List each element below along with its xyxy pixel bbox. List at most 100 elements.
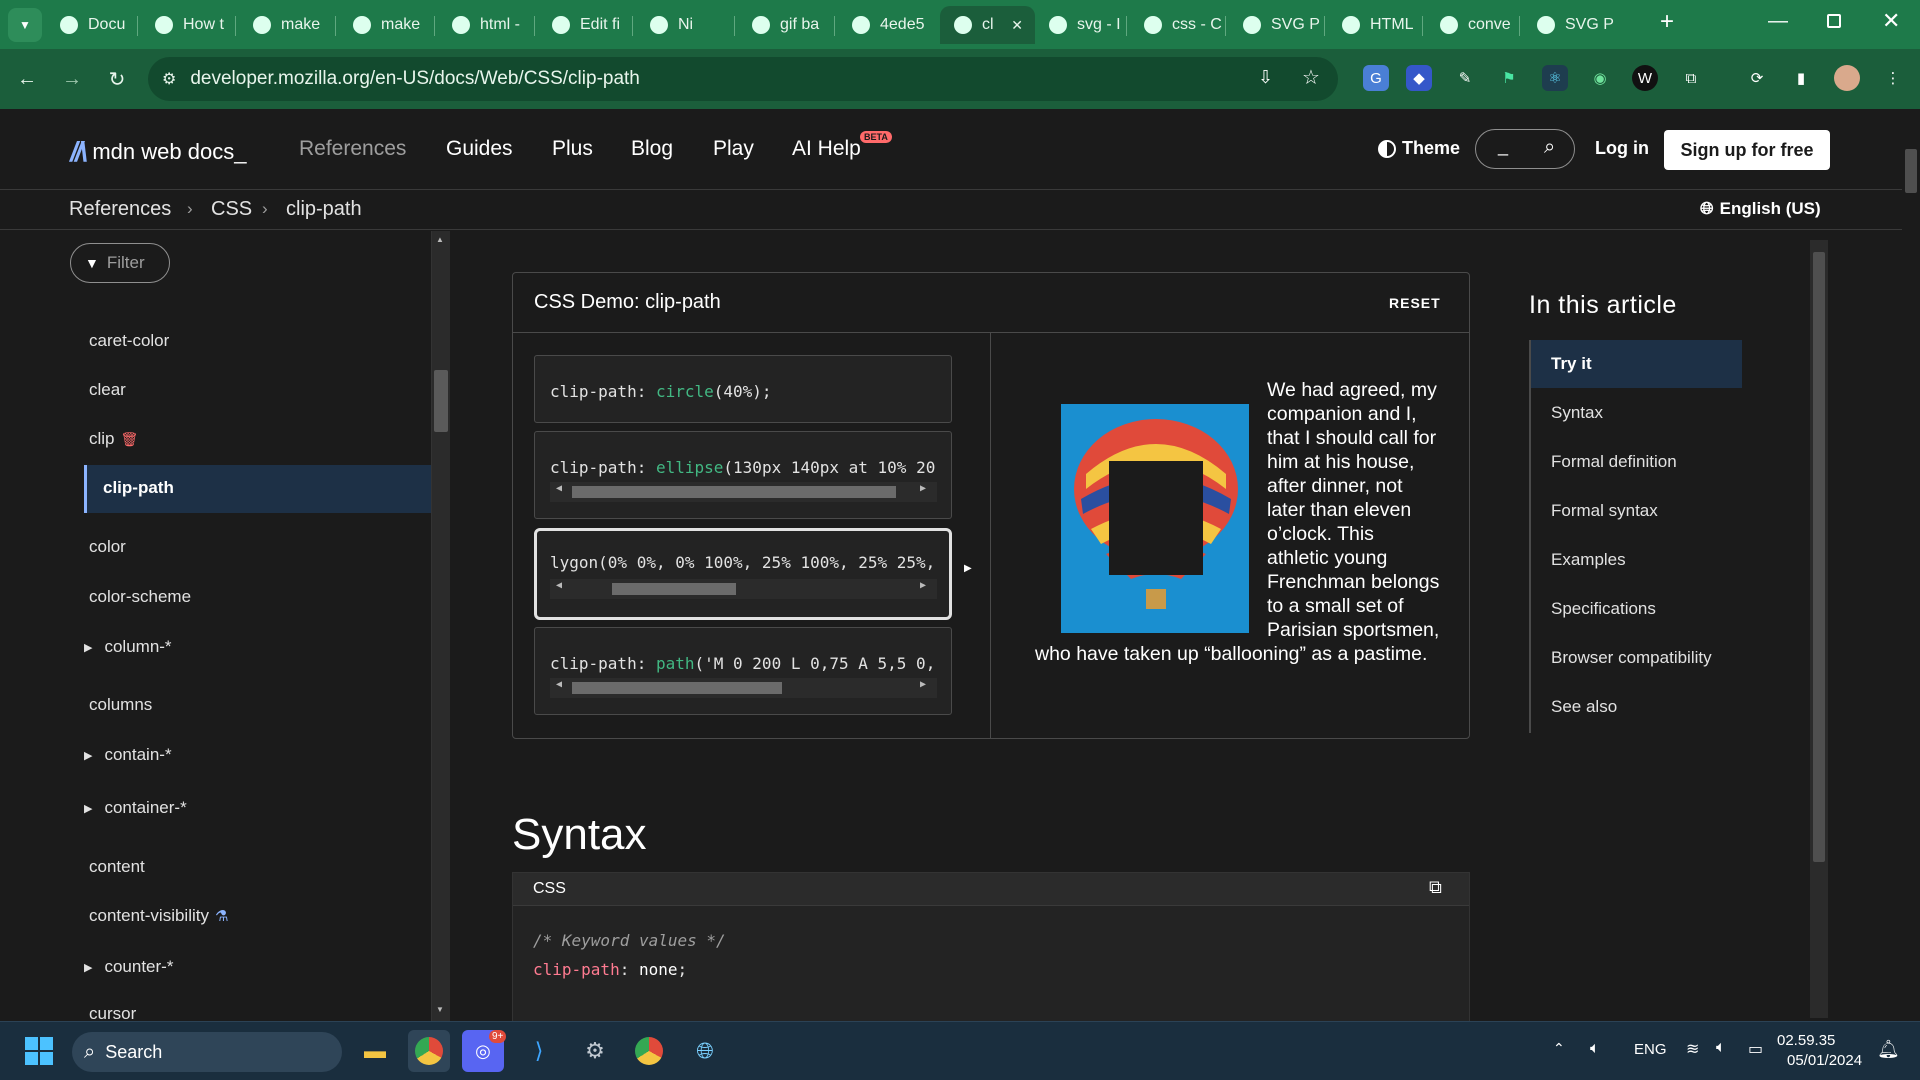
- sidebar-item[interactable]: column-*: [84, 637, 171, 657]
- file-explorer-icon[interactable]: ▬: [354, 1030, 396, 1072]
- filter-input[interactable]: Filter: [107, 253, 145, 273]
- scroll-thumb[interactable]: [572, 682, 782, 694]
- scroll-left-arrow-icon[interactable]: ◀: [556, 679, 562, 690]
- browser-tab[interactable]: css - C: [1130, 6, 1225, 44]
- content-scrollbar[interactable]: [1810, 240, 1828, 1018]
- browser-tab[interactable]: conve: [1426, 6, 1521, 44]
- demo-choice-path[interactable]: clip-path: path('M 0 200 L 0,75 A 5,5 0,…: [534, 627, 952, 715]
- sidebar-item[interactable]: color-scheme: [89, 587, 191, 607]
- translate-extension-icon[interactable]: G: [1363, 65, 1389, 91]
- toc-item[interactable]: Formal syntax: [1551, 501, 1658, 521]
- sidebar-scrollbar[interactable]: ▲ ▼: [432, 231, 450, 1021]
- nav-guides[interactable]: Guides: [446, 137, 513, 161]
- profile-avatar[interactable]: [1834, 65, 1860, 91]
- sidebar-item[interactable]: clear: [89, 380, 126, 400]
- breadcrumb-clip-path[interactable]: clip-path: [286, 198, 362, 221]
- scroll-right-arrow-icon[interactable]: ▶: [920, 483, 926, 494]
- battery-icon[interactable]: ▭: [1748, 1039, 1763, 1059]
- nav-references[interactable]: References: [299, 137, 406, 161]
- toc-item[interactable]: Browser compatibility: [1551, 648, 1712, 668]
- react-extension-icon[interactable]: ⚛: [1542, 65, 1568, 91]
- search-icon[interactable]: ⌕: [1544, 136, 1555, 159]
- clock-date[interactable]: 05/01/2024: [1787, 1052, 1862, 1069]
- scroll-left-arrow-icon[interactable]: ◀: [556, 483, 562, 494]
- forward-icon[interactable]: →: [58, 65, 86, 93]
- menu-kebab-icon[interactable]: ⋮: [1880, 65, 1906, 91]
- minimize-button[interactable]: —: [1768, 10, 1788, 33]
- browser-tab[interactable]: How t: [141, 6, 236, 44]
- signup-button[interactable]: Sign up for free: [1664, 130, 1830, 170]
- toc-item[interactable]: Formal definition: [1551, 452, 1677, 472]
- browser-tab[interactable]: html -: [438, 6, 534, 44]
- chrome-taskbar-icon[interactable]: [408, 1030, 450, 1072]
- browser-tab[interactable]: SVG P: [1523, 6, 1623, 44]
- browser-tab[interactable]: Edit fi: [538, 6, 633, 44]
- restore-button[interactable]: [1827, 14, 1841, 28]
- search-box[interactable]: _ ⌕: [1475, 129, 1575, 169]
- vscode-icon[interactable]: ⟩: [518, 1030, 560, 1072]
- browser-tab[interactable]: make: [239, 6, 335, 44]
- browser-tab[interactable]: svg - I: [1035, 6, 1130, 44]
- sidebar-item[interactable]: caret-color: [89, 331, 169, 351]
- extensions-puzzle-icon[interactable]: ⧉: [1678, 65, 1704, 91]
- browser-tab[interactable]: make: [339, 6, 435, 44]
- sidebar-item[interactable]: cursor: [89, 1004, 136, 1021]
- demo-choice-ellipse[interactable]: clip-path: ellipse(130px 140px at 10% 20…: [534, 431, 952, 519]
- browser-tab[interactable]: Ni: [636, 6, 734, 44]
- browser-tab[interactable]: HTML: [1328, 6, 1423, 44]
- language-indicator[interactable]: ENG: [1634, 1041, 1667, 1058]
- browser-tab[interactable]: cl ✕: [940, 6, 1035, 44]
- w-extension-icon[interactable]: W: [1632, 65, 1658, 91]
- browser-tab[interactable]: 4ede5: [838, 6, 936, 44]
- page-scrollbar[interactable]: [1902, 109, 1920, 1021]
- sidebar-item[interactable]: counter-*: [84, 957, 173, 977]
- shield-extension-icon[interactable]: ◆: [1406, 65, 1432, 91]
- scroll-right-arrow-icon[interactable]: ▶: [920, 580, 926, 591]
- nav-ai-help[interactable]: AI Help: [792, 137, 861, 161]
- toc-item[interactable]: Specifications: [1551, 599, 1656, 619]
- sidebar-filter[interactable]: ▼ Filter: [70, 243, 170, 283]
- side-panel-icon[interactable]: ▮: [1788, 65, 1814, 91]
- sidebar-item[interactable]: color: [89, 537, 126, 557]
- windows-start-icon[interactable]: [18, 1030, 60, 1072]
- demo-choice-polygon[interactable]: lygon(0% 0%, 0% 100%, 25% 100%, 25% 25%,…: [534, 528, 952, 620]
- toc-item[interactable]: Try it: [1551, 354, 1592, 374]
- sidebar-item[interactable]: columns: [89, 695, 152, 715]
- theme-switcher[interactable]: Theme: [1378, 138, 1460, 159]
- tray-chevron-icon[interactable]: ⌃: [1553, 1040, 1565, 1057]
- pen-extension-icon[interactable]: ✎: [1452, 65, 1478, 91]
- demo-choice-circle[interactable]: clip-path: circle(40%);: [534, 355, 952, 423]
- site-info-icon[interactable]: ⚙: [162, 69, 176, 89]
- toc-item[interactable]: Syntax: [1551, 403, 1603, 423]
- taskbar-search[interactable]: ⌕ Search: [72, 1032, 342, 1072]
- browser-tab[interactable]: gif ba: [738, 6, 834, 44]
- reset-button[interactable]: RESET: [1389, 295, 1441, 311]
- close-tab-icon[interactable]: ✕: [1011, 17, 1023, 34]
- sidebar-item[interactable]: clip 🗑︎: [89, 429, 138, 449]
- choice-hscrollbar[interactable]: ◀ ▶: [550, 579, 937, 599]
- breadcrumb-css[interactable]: CSS: [211, 198, 252, 221]
- tab-search-button[interactable]: ▼: [8, 8, 42, 42]
- reload-icon[interactable]: ↻: [103, 65, 131, 93]
- nav-blog[interactable]: Blog: [631, 137, 673, 161]
- sidebar-item[interactable]: content: [89, 857, 145, 877]
- weather-app-icon[interactable]: 🌐︎: [684, 1030, 726, 1072]
- sidebar-item[interactable]: clip-path: [84, 465, 431, 513]
- login-link[interactable]: Log in: [1595, 138, 1649, 159]
- volume-icon[interactable]: 🔈︎: [1716, 1039, 1726, 1057]
- toc-item[interactable]: See also: [1551, 697, 1617, 717]
- content-scroll-thumb[interactable]: [1813, 252, 1825, 862]
- mdn-logo[interactable]: //\ mdn web docs_: [70, 136, 246, 168]
- choice-hscrollbar[interactable]: ◀ ▶: [550, 678, 937, 698]
- sidebar-item[interactable]: content-visibility ⚗︎: [89, 906, 228, 926]
- sidebar-item[interactable]: container-*: [84, 798, 186, 818]
- performance-icon[interactable]: ⟳: [1744, 65, 1770, 91]
- address-bar[interactable]: ⚙ developer.mozilla.org/en-US/docs/Web/C…: [148, 57, 1338, 101]
- install-icon[interactable]: ⇩: [1258, 67, 1273, 88]
- scroll-left-arrow-icon[interactable]: ◀: [556, 580, 562, 591]
- new-tab-button[interactable]: +: [1652, 8, 1682, 38]
- scroll-right-arrow-icon[interactable]: ▶: [920, 679, 926, 690]
- vue-extension-icon[interactable]: ◉: [1587, 65, 1613, 91]
- scroll-thumb[interactable]: [572, 486, 896, 498]
- close-window-button[interactable]: ✕: [1882, 8, 1900, 34]
